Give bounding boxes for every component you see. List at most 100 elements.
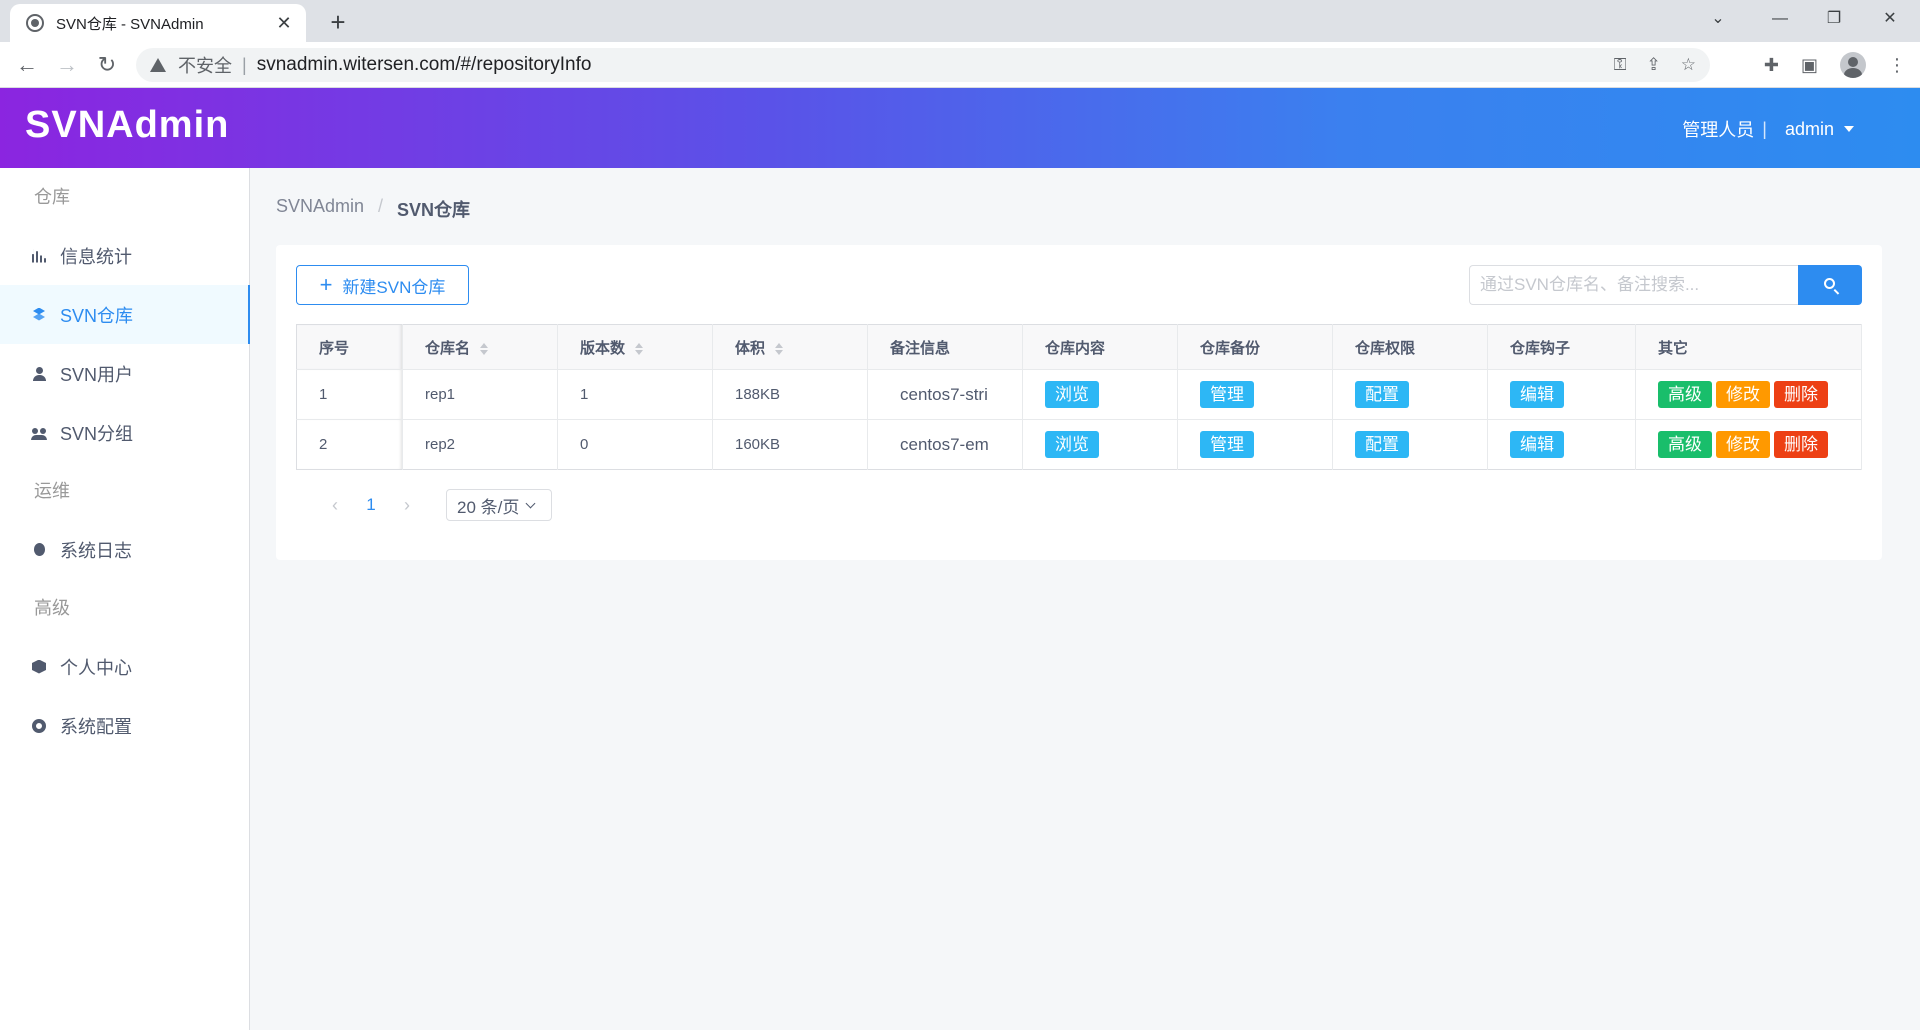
reload-icon[interactable]: ↻ [92,50,122,80]
sidebar-group-repo: 仓库 [34,187,70,207]
search-input[interactable] [1469,265,1798,305]
header-divider: | [1762,118,1767,139]
edit-hooks-button[interactable]: 编辑 [1510,381,1564,408]
col-backup: 仓库备份 [1177,324,1333,370]
col-size[interactable]: 体积 [712,324,868,370]
sidebar-item-label: SVN仓库 [60,305,134,326]
col-permission: 仓库权限 [1332,324,1488,370]
bug-icon [34,543,45,556]
sidebar-item-label: 信息统计 [60,246,132,267]
new-tab-button[interactable]: + [322,6,354,38]
sidebar-item-profile[interactable]: 个人中心 [0,637,249,696]
col-name-label: 仓库名 [425,339,471,357]
sort-icon[interactable] [480,342,489,355]
close-tab-icon[interactable]: ✕ [274,13,294,34]
cell-note[interactable]: centos7-em [867,419,1023,470]
cell-content: 浏览 [1022,419,1178,470]
profile-avatar-icon[interactable] [1840,52,1866,78]
advanced-button[interactable]: 高级 [1658,381,1712,408]
sidebar-item-svn-groups[interactable]: SVN分组 [0,403,249,462]
back-icon[interactable]: ← [12,50,42,80]
repo-table: 序号 仓库名 版本数 体积 备注信息 仓库内容 仓库备份 仓库权限 仓库钩子 其… [296,324,1862,470]
sort-icon[interactable] [775,342,784,355]
cell-size: 188KB [712,369,868,420]
url-text[interactable]: svnadmin.witersen.com/#/repositoryInfo [257,54,592,76]
browser-menu-icon[interactable]: ⋮ [1888,55,1906,76]
user-menu[interactable]: 管理人员 | admin [1682,116,1854,142]
layers-icon [32,308,46,322]
browse-button[interactable]: 浏览 [1045,381,1099,408]
manage-backup-button[interactable]: 管理 [1200,381,1254,408]
table-row: 1 rep1 1 188KB centos7-stri 浏览 管理 配置 编辑 … [296,369,1862,420]
edit-button[interactable]: 修改 [1716,381,1770,408]
edit-hooks-button[interactable]: 编辑 [1510,431,1564,458]
breadcrumb-current: SVN仓库 [397,200,471,220]
search-button[interactable] [1798,265,1862,305]
col-revisions-label: 版本数 [580,339,626,357]
browse-button[interactable]: 浏览 [1045,431,1099,458]
tab-search-icon[interactable]: ⌄ [1690,0,1746,38]
next-page-icon[interactable]: › [398,495,416,516]
browser-tab-bar: SVN仓库 - SVNAdmin ✕ + ⌄ — ❐ ✕ [0,0,1920,42]
username[interactable]: admin [1785,119,1834,140]
sidebar-group-advanced: 高级 [34,598,70,618]
manage-backup-button[interactable]: 管理 [1200,431,1254,458]
globe-icon [26,14,44,32]
cell-backup: 管理 [1177,419,1333,470]
plus-icon: + [319,272,333,297]
address-separator: | [242,54,247,75]
cell-other: 高级 修改 删除 [1635,369,1862,420]
cell-index: 2 [296,419,403,470]
prev-page-icon[interactable]: ‹ [326,495,344,516]
bookmark-star-icon[interactable]: ☆ [1681,55,1696,75]
app-logo[interactable]: SVNAdmin [25,104,229,147]
warning-icon [150,58,166,72]
page-number[interactable]: 1 [364,495,378,515]
gear-icon [32,718,46,733]
person-icon [32,366,46,381]
bar-chart-icon [32,248,46,263]
page-size-select[interactable]: 20 条/页 [446,489,552,521]
sidebar-group-ops: 运维 [34,481,70,501]
advanced-button[interactable]: 高级 [1658,431,1712,458]
config-permission-button[interactable]: 配置 [1355,381,1409,408]
sidebar-item-label: 个人中心 [60,657,132,678]
repo-card: + 新建SVN仓库 序号 仓库名 版本数 体积 备注信息 仓库内容 仓库备份 仓… [276,245,1882,560]
new-repo-label: 新建SVN仓库 [342,277,446,297]
col-name[interactable]: 仓库名 [402,324,558,370]
new-repo-button[interactable]: + 新建SVN仓库 [296,265,469,305]
sidebar-item-system-log[interactable]: 系统日志 [0,520,249,579]
cell-note[interactable]: centos7-stri [867,369,1023,420]
people-icon [31,426,47,440]
config-permission-button[interactable]: 配置 [1355,431,1409,458]
sidebar-item-label: SVN分组 [60,423,134,444]
edit-button[interactable]: 修改 [1716,431,1770,458]
side-panel-icon[interactable]: ▣ [1801,55,1818,76]
delete-button[interactable]: 删除 [1774,431,1828,458]
sidebar: 仓库 信息统计 SVN仓库 SVN用户 SVN分组 运维 系统日志 高级 个人中… [0,168,250,1030]
address-bar[interactable]: 不安全 | svnadmin.witersen.com/#/repository… [136,48,1710,82]
breadcrumb-root[interactable]: SVNAdmin [276,196,364,222]
forward-icon[interactable]: → [52,50,82,80]
extensions-icon[interactable]: ✚ [1764,55,1779,76]
key-icon[interactable]: ⚿ [1614,55,1627,75]
share-icon[interactable]: ⇪ [1647,55,1661,75]
browser-tab[interactable]: SVN仓库 - SVNAdmin ✕ [10,4,306,42]
security-label[interactable]: 不安全 [178,52,232,78]
sidebar-item-svn-users[interactable]: SVN用户 [0,344,249,403]
sidebar-item-system-config[interactable]: 系统配置 [0,696,249,755]
caret-down-icon[interactable] [1844,126,1854,132]
minimize-button[interactable]: — [1752,0,1808,38]
pagination: ‹ 1 › 20 条/页 [326,489,552,521]
chevron-down-icon [525,498,536,508]
table-row: 2 rep2 0 160KB centos7-em 浏览 管理 配置 编辑 高级… [296,419,1862,470]
sidebar-item-svn-repo[interactable]: SVN仓库 [0,285,250,344]
close-window-button[interactable]: ✕ [1862,0,1918,38]
delete-button[interactable]: 删除 [1774,381,1828,408]
sidebar-item-statistics[interactable]: 信息统计 [0,226,249,285]
sort-icon[interactable] [635,342,644,355]
restore-button[interactable]: ❐ [1806,0,1862,38]
cell-name: rep1 [402,369,558,420]
col-content: 仓库内容 [1022,324,1178,370]
col-revisions[interactable]: 版本数 [557,324,713,370]
